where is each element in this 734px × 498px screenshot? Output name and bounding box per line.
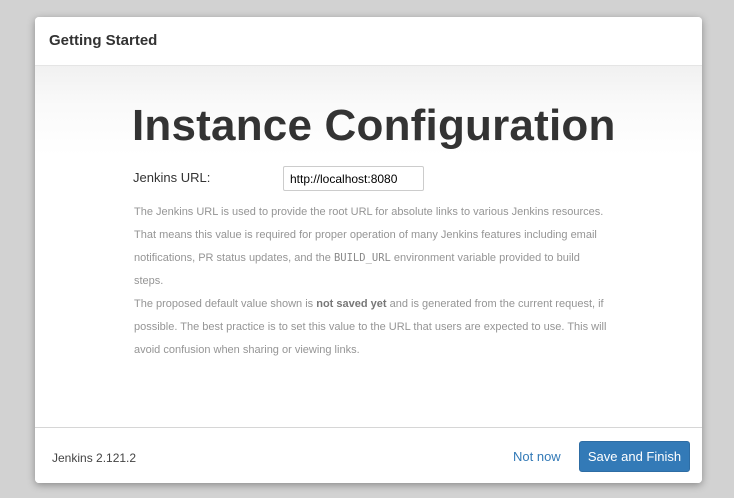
dialog-footer: Jenkins 2.121.2 Not now Save and Finish <box>35 427 702 483</box>
jenkins-url-label: Jenkins URL: <box>133 170 211 185</box>
jenkins-url-input[interactable] <box>283 166 424 191</box>
dialog-title: Getting Started <box>49 32 158 49</box>
not-now-link[interactable]: Not now <box>513 449 561 464</box>
save-and-finish-button[interactable]: Save and Finish <box>579 441 690 472</box>
build-url-code: BUILD_URL <box>333 252 391 264</box>
setup-dialog: Getting Started Instance Configuration J… <box>35 17 702 483</box>
page-title: Instance Configuration <box>132 101 616 150</box>
help-paragraph-2: The proposed default value shown is not … <box>134 293 609 362</box>
dialog-body: Instance Configuration Jenkins URL: The … <box>35 66 702 427</box>
jenkins-version: Jenkins 2.121.2 <box>52 451 137 465</box>
dialog-header: Getting Started <box>35 17 702 66</box>
help-text: The Jenkins URL is used to provide the r… <box>134 201 609 362</box>
help-text-span: The proposed default value shown is <box>134 298 317 310</box>
help-paragraph-1: The Jenkins URL is used to provide the r… <box>134 201 609 293</box>
not-saved-emphasis: not saved yet <box>316 298 387 310</box>
